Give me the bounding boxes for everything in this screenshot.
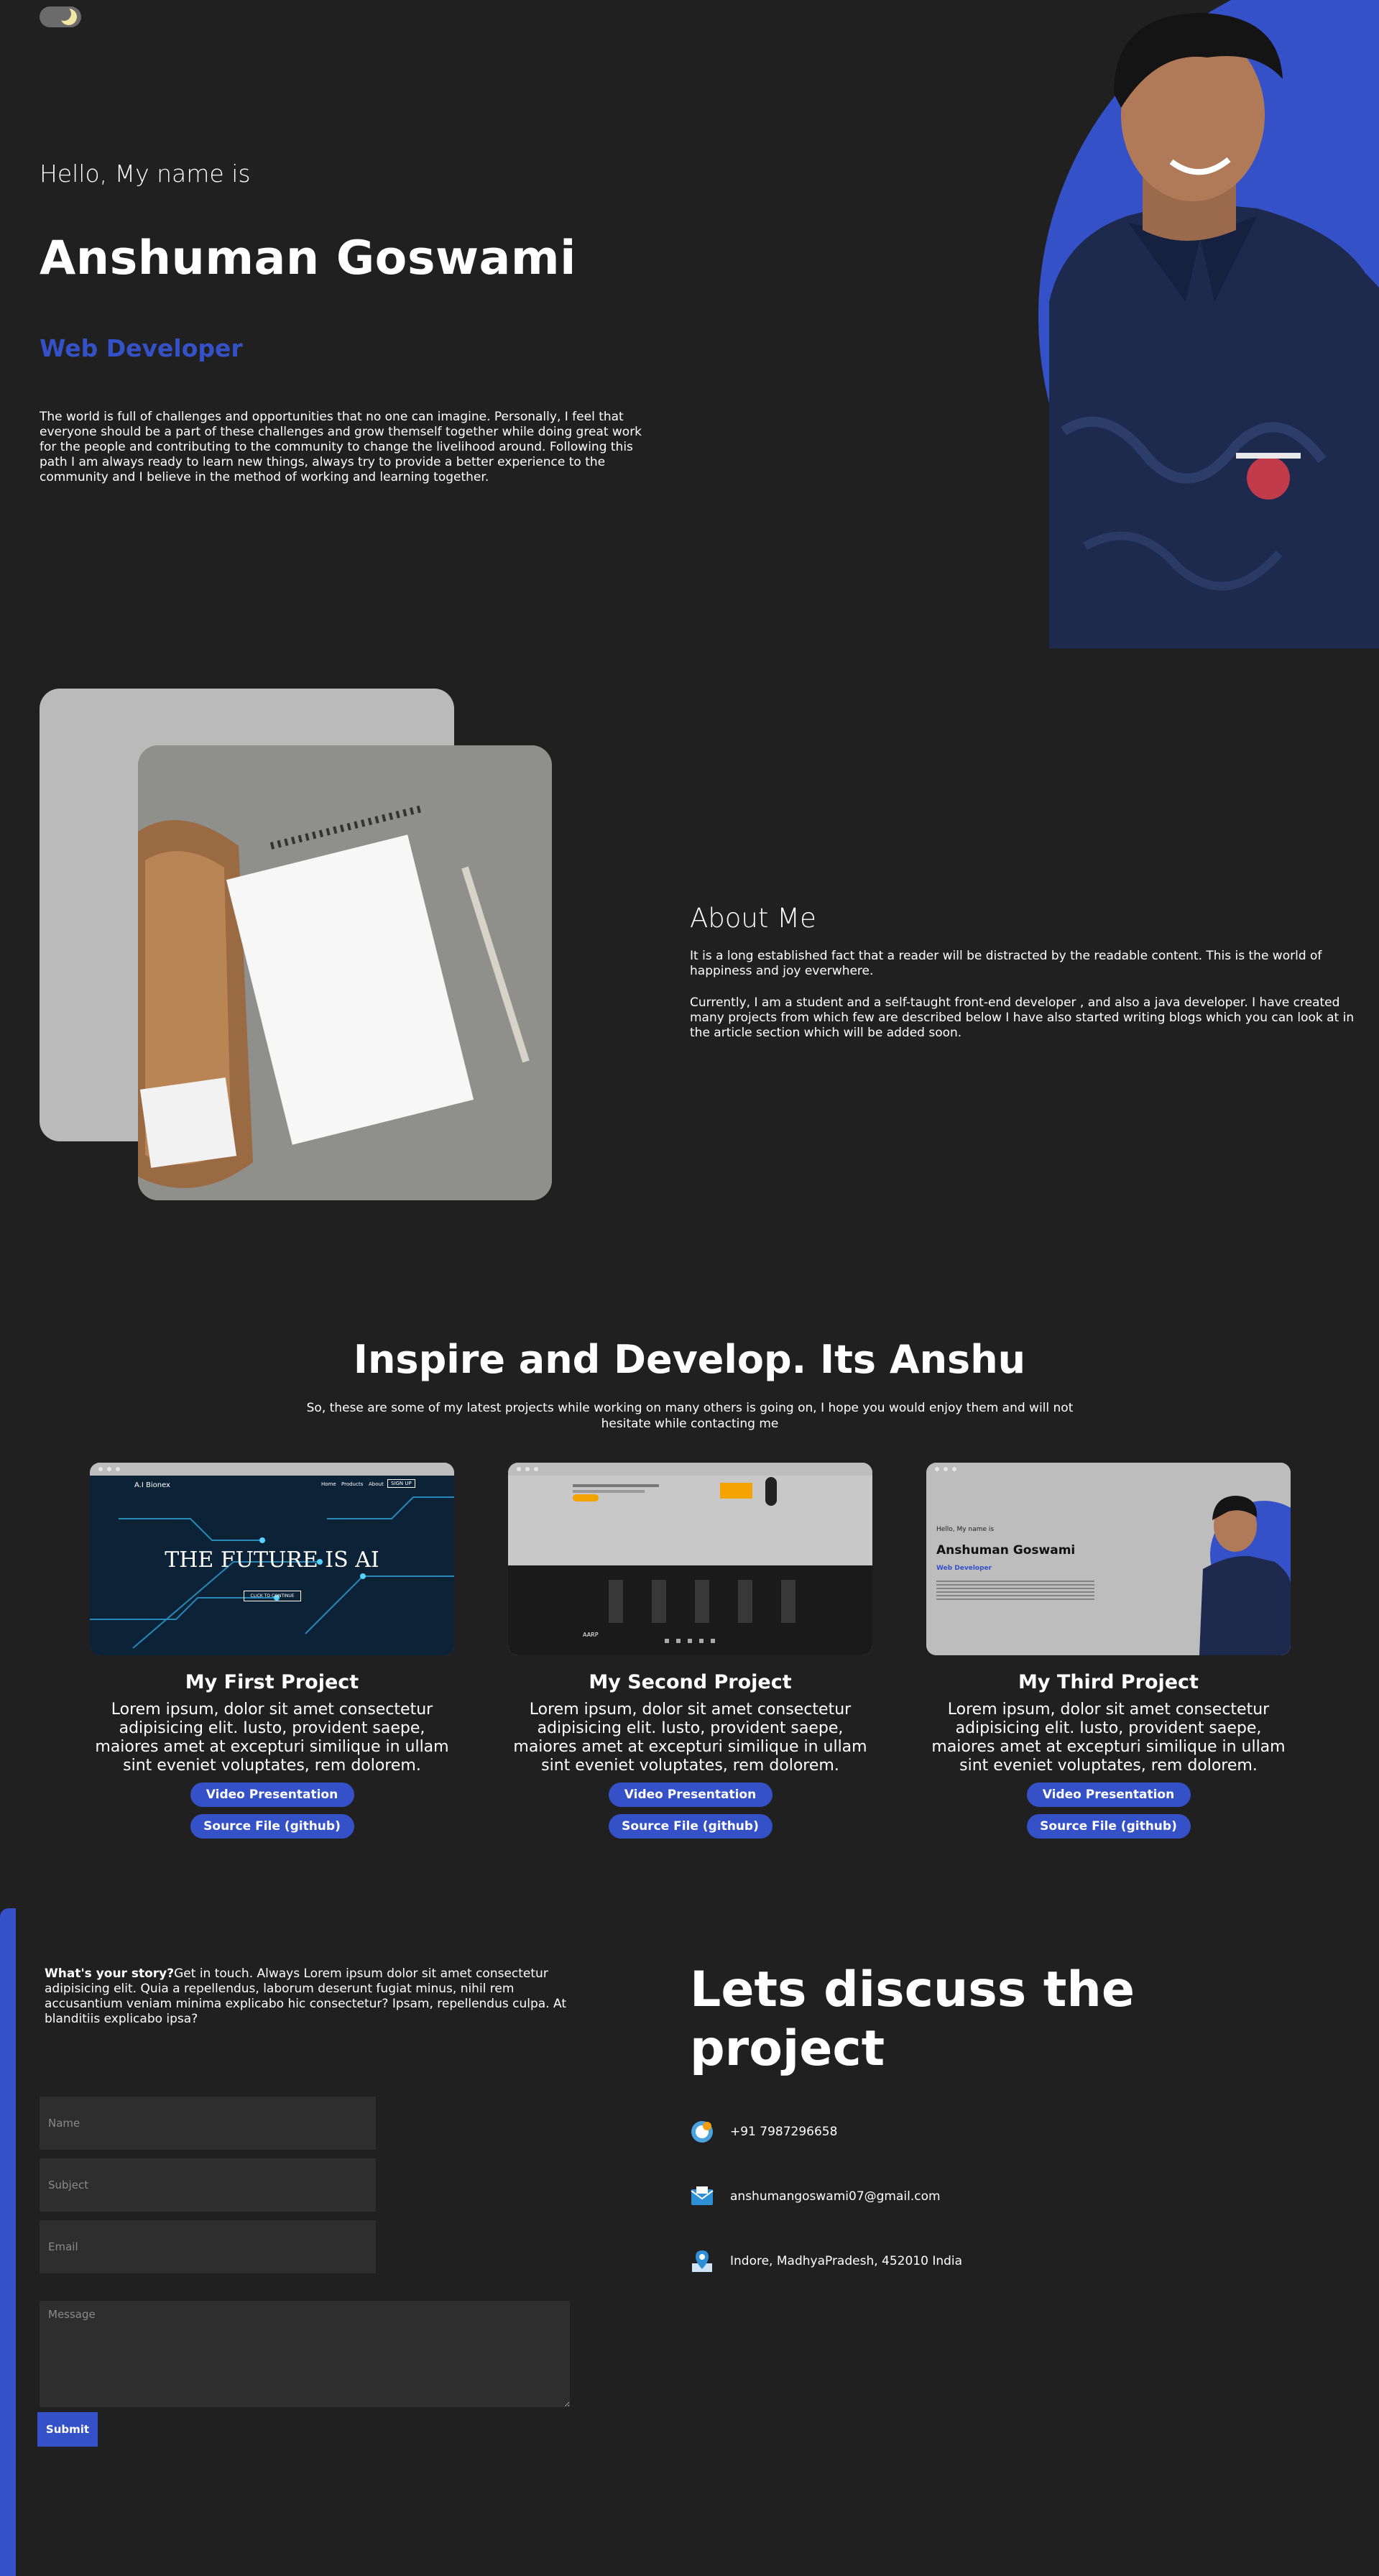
notebook-image — [138, 745, 552, 1200]
contact-email-text: anshumangoswami07@gmail.com — [730, 2189, 941, 2204]
shot3-greeting: Hello, My name is — [936, 1526, 995, 1533]
moon-icon — [57, 6, 77, 25]
shot1-nav-home: Home — [321, 1481, 336, 1487]
profile-photo — [1020, 0, 1379, 648]
contact-phone-text: +91 7987296658 — [730, 2125, 838, 2139]
contact-address: Indore, MadhyaPradesh, 452010 India — [690, 2248, 962, 2274]
phone-icon — [690, 2120, 714, 2144]
submit-button[interactable]: Submit — [37, 2412, 98, 2447]
project-3-title: My Third Project — [1018, 1671, 1199, 1693]
hero-greeting: Hello, My name is — [40, 160, 251, 188]
project-1-title: My First Project — [185, 1671, 359, 1693]
project-1-source-button[interactable]: Source File (github) — [190, 1814, 354, 1839]
theme-toggle[interactable] — [40, 6, 81, 27]
hero-role: Web Developer — [40, 334, 243, 362]
project-3-screenshot: Hello, My name is Anshuman Goswami Web D… — [926, 1463, 1291, 1655]
shot1-cta: CLICK TO CONTINUE — [244, 1591, 301, 1601]
project-card-1: A.I Bionex Home Products About SIGN UP T… — [90, 1463, 454, 1839]
contact-address-text: Indore, MadhyaPradesh, 452010 India — [730, 2254, 963, 2268]
contact-phone: +91 7987296658 — [690, 2119, 837, 2145]
project-card-2: AARP My Second Project Lorem ipsum, dolo… — [508, 1463, 872, 1839]
message-field[interactable] — [40, 2301, 570, 2407]
contact-intro-bold: What's your story? — [45, 1966, 175, 1981]
project-1-text: Lorem ipsum, dolor sit amet consectetur … — [95, 1701, 449, 1775]
about-paragraph-1: It is a long established fact that a rea… — [690, 949, 1322, 978]
shot1-brand: A.I Bionex — [134, 1481, 170, 1489]
shot1-headline: THE FUTURE IS AI — [165, 1547, 379, 1573]
project-2-title: My Second Project — [589, 1671, 792, 1693]
projects-subtitle: So, these are some of my latest projects… — [306, 1401, 1074, 1431]
project-2-screenshot: AARP — [508, 1463, 872, 1655]
project-3-source-button[interactable]: Source File (github) — [1026, 1814, 1191, 1839]
about-title: About Me — [690, 903, 816, 934]
shot2-brand: AARP — [583, 1632, 599, 1638]
contact-email: anshumangoswami07@gmail.com — [690, 2184, 941, 2209]
shot1-nav-products: Products — [341, 1481, 364, 1487]
hero-intro: The world is full of challenges and oppo… — [40, 410, 642, 484]
project-3-text: Lorem ipsum, dolor sit amet consectetur … — [931, 1701, 1286, 1775]
email-field[interactable] — [40, 2220, 376, 2273]
project-2-source-button[interactable]: Source File (github) — [608, 1814, 772, 1839]
project-1-screenshot: A.I Bionex Home Products About SIGN UP T… — [90, 1463, 454, 1655]
hero-name: Anshuman Goswami — [40, 231, 576, 285]
project-3-video-button[interactable]: Video Presentation — [1026, 1782, 1191, 1807]
contact-heading: Lets discuss the project — [690, 1961, 1135, 2077]
shot3-role: Web Developer — [936, 1565, 992, 1572]
project-card-3: Hello, My name is Anshuman Goswami Web D… — [926, 1463, 1291, 1839]
contact-intro: What's your story?Get in touch. Always L… — [45, 1966, 569, 2027]
contact-side-strip — [0, 1908, 16, 2576]
name-field[interactable] — [40, 2097, 376, 2150]
project-2-video-button[interactable]: Video Presentation — [608, 1782, 772, 1807]
project-2-text: Lorem ipsum, dolor sit amet consectetur … — [513, 1701, 867, 1775]
about-paragraph-2: Currently, I am a student and a self-tau… — [690, 995, 1355, 1040]
subject-field[interactable] — [40, 2158, 376, 2212]
shot3-name: Anshuman Goswami — [936, 1543, 1076, 1558]
location-icon — [690, 2249, 714, 2273]
mail-icon — [690, 2184, 714, 2209]
project-1-video-button[interactable]: Video Presentation — [190, 1782, 354, 1807]
shot1-nav-about: About — [369, 1481, 384, 1487]
projects-title: Inspire and Develop. Its Anshu — [353, 1337, 1026, 1382]
shot1-signup: SIGN UP — [387, 1479, 415, 1488]
